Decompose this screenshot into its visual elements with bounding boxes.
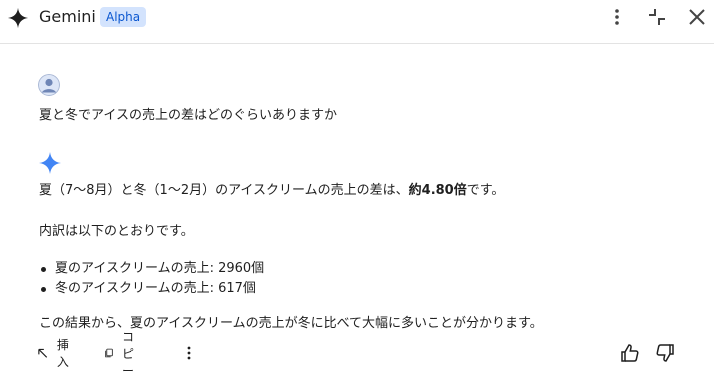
response-conclusion: この結果から、夏のアイスクリームの売上が冬に比べて大幅に多いことが分かります。	[39, 316, 543, 331]
insert-label: 挿入	[56, 338, 69, 369]
response-line-1-post: です。	[466, 183, 505, 198]
copy-icon	[105, 348, 113, 358]
response-line-1: 夏（7〜8月）と冬（1〜2月）のアイスクリームの売上の差は、約4.80倍です。	[39, 182, 504, 200]
gemini-logo-icon	[7, 7, 29, 29]
header: Gemini Alpha	[0, 0, 714, 44]
response-line-1-pre: 夏（7〜8月）と冬（1〜2月）のアイスクリームの売上の差は、	[39, 183, 409, 198]
alpha-badge: Alpha	[100, 7, 147, 27]
user-avatar-icon	[38, 74, 60, 96]
copy-label: コピー	[122, 329, 135, 378]
copy-button[interactable]: コピー	[104, 330, 142, 378]
insert-arrow-icon	[38, 348, 48, 358]
thumbs-down-button[interactable]	[655, 342, 683, 364]
response-line-2: 内訳は以下のとおりです。	[39, 224, 194, 239]
user-prompt: 夏と冬でアイスの売上の差はどのぐらいありますか	[39, 108, 337, 123]
bullet-list: 夏のアイスクリームの売上: 2960個 冬のアイスクリームの売上: 617個	[39, 259, 264, 299]
list-item: 夏のアイスクリームの売上: 2960個	[39, 259, 264, 279]
thumbs-down-icon	[656, 344, 674, 362]
close-button[interactable]	[685, 5, 709, 29]
user-avatar	[38, 74, 60, 96]
app-title: Gemini	[39, 7, 96, 26]
collapse-button[interactable]	[645, 5, 669, 29]
gemini-spark-icon	[39, 152, 61, 174]
close-icon	[689, 9, 705, 25]
more-options-button[interactable]	[605, 5, 629, 29]
response-highlight: 約4.80倍	[408, 183, 467, 198]
thumbs-up-icon	[621, 344, 639, 362]
more-vert-icon	[615, 9, 619, 25]
thumbs-up-button[interactable]	[620, 342, 648, 364]
more-actions-button[interactable]	[180, 342, 206, 364]
list-item: 冬のアイスクリームの売上: 617個	[39, 279, 264, 299]
insert-button[interactable]: 挿入	[36, 338, 74, 369]
more-vert-icon	[187, 346, 191, 360]
collapse-icon	[649, 9, 665, 25]
